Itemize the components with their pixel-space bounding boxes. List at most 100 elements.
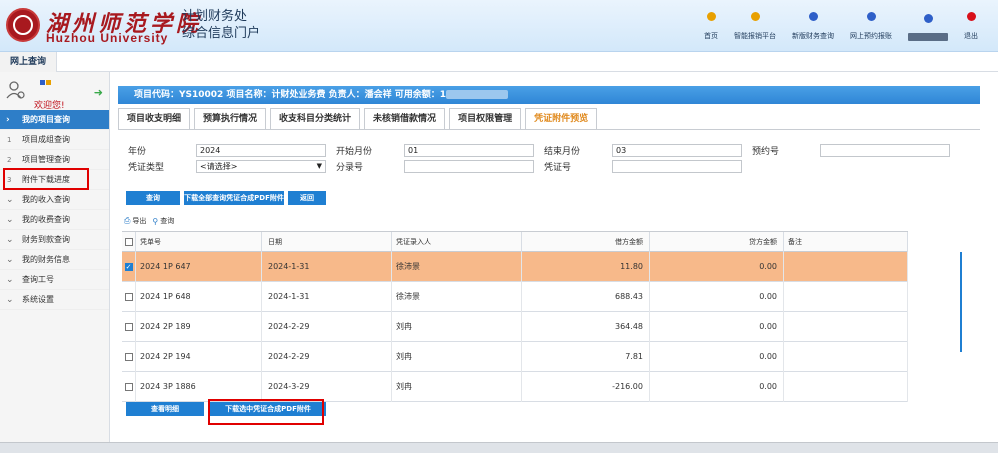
sidebar-item-fees[interactable]: ⌄ 我的收费查询 xyxy=(0,210,109,230)
nav-label: 退出 xyxy=(964,32,978,40)
cell-note xyxy=(784,281,908,312)
sidebar-item-label: 我的收费查询 xyxy=(22,215,70,224)
cell-date: 2024-2-29 xyxy=(262,341,392,372)
breadcrumb[interactable]: 网上查询 xyxy=(0,52,58,72)
nav-smart-reimburse[interactable]: 智能报销平台 xyxy=(734,12,776,41)
search-button[interactable]: ⚲ 查询 xyxy=(152,216,174,226)
finance-query-icon xyxy=(808,12,818,21)
nav-label: 智能报销平台 xyxy=(734,32,776,40)
tab-permission-manage[interactable]: 项目权限管理 xyxy=(449,108,522,130)
header-note: 备注 xyxy=(784,232,908,252)
top-nav: 首页 智能报销平台 新版财务查询 网上预约报账 退出 xyxy=(688,12,978,41)
sidebar-item-label: 我的项目查询 xyxy=(22,115,70,124)
end-month-input[interactable]: 03 xyxy=(612,143,742,157)
nav-finance-query[interactable]: 新版财务查询 xyxy=(792,12,834,41)
search-icon: ⚲ xyxy=(152,216,159,226)
voucher-no-input[interactable] xyxy=(612,159,742,173)
cell-note xyxy=(784,371,908,402)
row-checkbox[interactable]: ✓ xyxy=(124,262,133,271)
export-label: 导出 xyxy=(132,217,147,225)
chevron-down-icon: ⌄ xyxy=(6,295,14,305)
tab-category-stats[interactable]: 收支科目分类统计 xyxy=(270,108,361,130)
tab-voucher-attachment-preview[interactable]: 凭证附件预览 xyxy=(525,108,598,130)
nav-logout[interactable]: 退出 xyxy=(964,12,978,41)
row-check-cell xyxy=(122,281,136,312)
row-checkbox[interactable] xyxy=(124,352,133,361)
header-voucher-no: 凭单号 xyxy=(136,232,262,252)
sidebar-item-income[interactable]: ⌄ 我的收入查询 xyxy=(0,190,109,210)
export-button[interactable]: ⎙ 导出 xyxy=(124,216,146,226)
tab-budget-execution[interactable]: 预算执行情况 xyxy=(194,108,267,130)
nav-online-booking[interactable]: 网上预约报账 xyxy=(850,12,892,41)
table-row[interactable]: 2024 2P 194 2024-2-29 刘冉 7.81 0.00 xyxy=(122,341,908,372)
back-button[interactable]: 返回 xyxy=(288,191,326,205)
table-row[interactable]: 2024 3P 1886 2024-3-29 刘冉 -216.00 0.00 xyxy=(122,371,908,402)
end-month-label: 结束月份 xyxy=(544,146,581,157)
nav-user-info-redacted[interactable] xyxy=(908,14,948,41)
cell-debit: -216.00 xyxy=(522,371,650,402)
nav-label: 网上预约报账 xyxy=(850,32,892,40)
sidebar-item-project-group[interactable]: 1 项目成组查询 xyxy=(0,130,109,150)
cell-date: 2024-2-29 xyxy=(262,311,392,342)
sidebar-item-settings[interactable]: ⌄ 系统设置 xyxy=(0,290,109,310)
entry-no-input[interactable] xyxy=(404,159,534,173)
row-check-cell: ✓ xyxy=(122,251,136,282)
highlight-box-download-selected xyxy=(208,399,324,425)
cell-note xyxy=(784,311,908,342)
status-squares-icon xyxy=(40,78,51,88)
cell-date: 2024-3-29 xyxy=(262,371,392,402)
tab-unsettled-loans[interactable]: 未核销借款情况 xyxy=(364,108,446,130)
cell-entered-by: 徐沛景 xyxy=(392,251,522,282)
row-check-cell xyxy=(122,341,136,372)
cell-credit: 0.00 xyxy=(650,371,784,402)
sidebar-item-my-projects[interactable]: › 我的项目查询 xyxy=(0,110,109,130)
start-month-input[interactable]: 01 xyxy=(404,143,534,157)
logout-icon xyxy=(966,12,976,21)
main-content: 项目代码：YS10002 项目名称：计财处业务费 负责人：潘会祥 可用余额：1 … xyxy=(114,72,998,442)
sidebar-item-staff-id[interactable]: ⌄ 查询工号 xyxy=(0,270,109,290)
reimburse-icon xyxy=(750,12,760,21)
start-month-label: 开始月份 xyxy=(336,146,373,157)
sidebar: 欢迎您! ➜ › 我的项目查询 1 项目成组查询 2 项目管理查询 3 附件下载… xyxy=(0,72,110,442)
select-all-checkbox[interactable] xyxy=(124,238,133,246)
cell-credit: 0.00 xyxy=(650,311,784,342)
row-checkbox[interactable] xyxy=(124,382,133,391)
sidebar-item-label: 我的财务信息 xyxy=(22,255,70,264)
collapse-sidebar-icon[interactable]: ➜ xyxy=(94,86,103,99)
nav-label: 新版财务查询 xyxy=(792,32,834,40)
table-row[interactable]: 2024 1P 648 2024-1-31 徐沛景 688.43 0.00 xyxy=(122,281,908,312)
reserve-no-input[interactable] xyxy=(820,143,950,157)
cell-note xyxy=(784,251,908,282)
tab-income-expense-detail[interactable]: 项目收支明细 xyxy=(118,108,191,130)
row-check-cell xyxy=(122,311,136,342)
voucher-type-value: <请选择> xyxy=(200,161,238,171)
sidebar-item-finance-info[interactable]: ⌄ 我的财务信息 xyxy=(0,250,109,270)
table-row[interactable]: 2024 2P 189 2024-2-29 刘冉 364.48 0.00 xyxy=(122,311,908,342)
cell-debit: 11.80 xyxy=(522,251,650,282)
voucher-no-label: 凭证号 xyxy=(544,162,572,173)
sidebar-item-project-manage[interactable]: 2 项目管理查询 xyxy=(0,150,109,170)
view-detail-button[interactable]: 查看明细 xyxy=(126,402,204,416)
nav-label: 首页 xyxy=(704,32,718,40)
year-input[interactable]: 2024 xyxy=(196,143,326,157)
reserve-no-label: 预约号 xyxy=(752,146,780,157)
tab-bar: 项目收支明细 预算执行情况 收支科目分类统计 未核销借款情况 项目权限管理 凭证… xyxy=(118,108,601,130)
query-button[interactable]: 查询 xyxy=(126,191,180,205)
row-checkbox[interactable] xyxy=(124,292,133,301)
query-form: 年份 2024 开始月份 01 结束月份 03 预约号 凭证类型 <请选择> ▼… xyxy=(124,142,956,174)
sidebar-item-label: 查询工号 xyxy=(22,275,54,284)
cell-note xyxy=(784,341,908,372)
table-scrollbar[interactable] xyxy=(960,252,962,352)
sidebar-item-payments[interactable]: ⌄ 财务到款查询 xyxy=(0,230,109,250)
table-row[interactable]: ✓ 2024 1P 647 2024-1-31 徐沛景 11.80 0.00 xyxy=(122,251,908,282)
sidebar-item-label: 项目成组查询 xyxy=(22,135,70,144)
voucher-type-label: 凭证类型 xyxy=(128,162,165,173)
entry-no-label: 分录号 xyxy=(336,162,364,173)
download-all-pdf-button[interactable]: 下载全部查询凭证合成PDF附件 xyxy=(184,191,284,205)
voucher-type-select[interactable]: <请选择> ▼ xyxy=(196,159,326,173)
cell-voucher-no: 2024 3P 1886 xyxy=(136,371,262,402)
row-checkbox[interactable] xyxy=(124,322,133,331)
nav-home[interactable]: 首页 xyxy=(704,12,718,41)
booking-icon xyxy=(866,12,876,21)
header-credit: 贷方金额 xyxy=(650,232,784,252)
